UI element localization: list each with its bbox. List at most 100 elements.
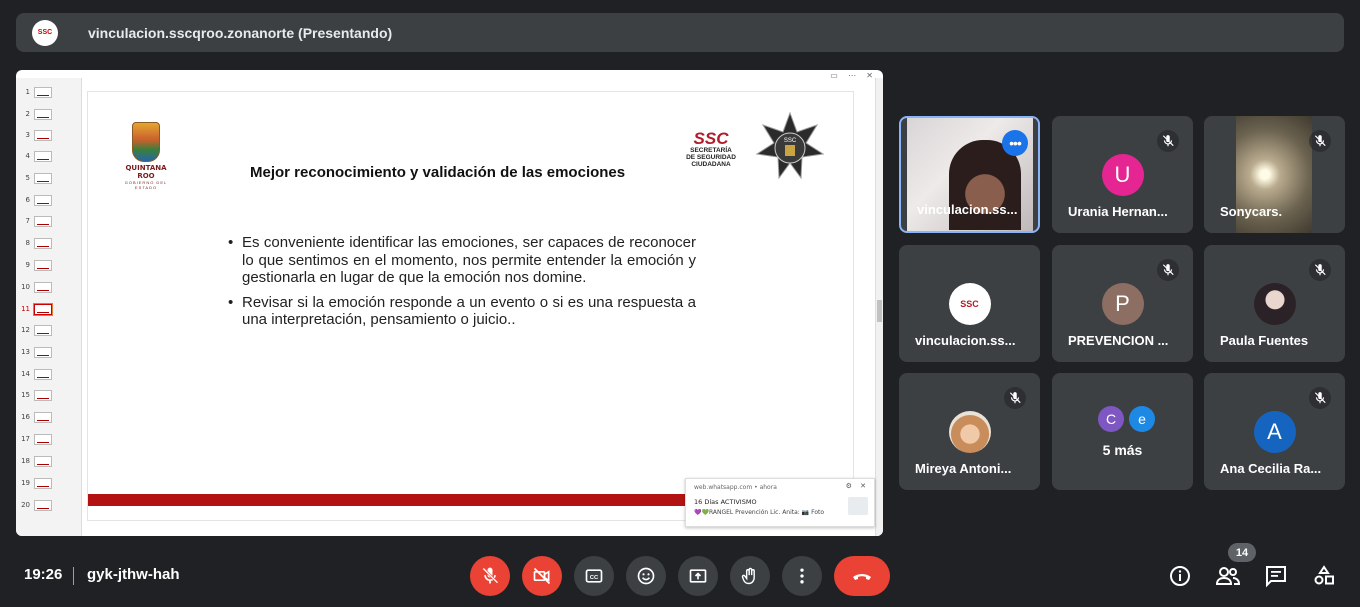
participant-name: Ana Cecilia Ra...: [1220, 461, 1322, 476]
slide-thumbnail[interactable]: 19: [16, 473, 82, 493]
raise-hand-button[interactable]: [730, 556, 770, 596]
notification-time: • ahora: [754, 484, 777, 491]
presenter-title: vinculacion.sscqroo.zonanorte (Presentan…: [88, 24, 393, 41]
slide-thumbnail[interactable]: 3: [16, 125, 82, 145]
slide-bullet: Es conveniente identificar las emociones…: [228, 234, 696, 287]
mic-toggle-button[interactable]: [470, 556, 510, 596]
slide-thumbnail[interactable]: 18: [16, 451, 82, 471]
participant-avatar: P: [1101, 283, 1144, 325]
slide-thumbnail[interactable]: 12: [16, 320, 82, 340]
slide-thumbnail[interactable]: 14: [16, 364, 82, 384]
slide-title: Mejor reconocimiento y validación de las…: [250, 164, 626, 181]
people-icon: [1215, 567, 1241, 585]
participant-tile[interactable]: SSC vinculacion.ss...: [899, 245, 1040, 362]
participant-photo: [948, 411, 991, 453]
participant-photo: [1253, 283, 1296, 325]
meeting-details-button[interactable]: [1166, 562, 1194, 590]
slide-thumbnail[interactable]: 6: [16, 190, 82, 210]
participant-avatar: U: [1101, 154, 1144, 196]
camera-off-icon: [533, 567, 551, 585]
chat-button[interactable]: [1262, 562, 1290, 590]
participant-tile[interactable]: Sonycars.: [1204, 116, 1345, 233]
notification-body: 💜💚RANGEL Prevención Lic. Anita: 📷 Foto: [694, 509, 825, 516]
slide-thumbnail[interactable]: 5: [16, 168, 82, 188]
slide-thumbnail[interactable]: 8: [16, 233, 82, 253]
slide-thumbnail[interactable]: 17: [16, 429, 82, 449]
participant-avatar: e: [1129, 406, 1155, 432]
captions-button[interactable]: CC: [574, 556, 614, 596]
participant-tile[interactable]: U Urania Hernan...: [1052, 116, 1193, 233]
presentation-stage[interactable]: ▭ ⋯ ✕ 1 2 3 4 5 6 7 8 9 10 11 12 13 14 1…: [16, 70, 883, 536]
slide-bullet: Revisar si la emoción responde a un even…: [228, 294, 696, 329]
participant-name: PREVENCION ...: [1068, 333, 1169, 348]
info-icon: [1170, 566, 1190, 586]
participant-tile[interactable]: P PREVENCION ...: [1052, 245, 1193, 362]
slide-thumbnail[interactable]: 9: [16, 255, 82, 275]
slide-thumbnail[interactable]: 10: [16, 277, 82, 297]
participant-name: vinculacion.ss...: [917, 202, 1018, 217]
slide-thumbnail[interactable]: 20: [16, 495, 82, 515]
raise-hand-icon: [741, 567, 755, 585]
participant-tile[interactable]: A Ana Cecilia Ra...: [1204, 373, 1345, 490]
slide-thumbnail[interactable]: 15: [16, 385, 82, 405]
participant-name: Sonycars.: [1220, 204, 1283, 219]
participant-name: Paula Fuentes: [1220, 333, 1309, 348]
slide-thumbnail[interactable]: 4: [16, 146, 82, 166]
meeting-code: gyk-jthw-hah: [87, 566, 180, 583]
emoji-icon: [637, 567, 655, 585]
slide-thumbnail[interactable]: 7: [16, 211, 82, 231]
people-count-badge: 14: [1228, 543, 1256, 562]
slide-thumbnail[interactable]: 1: [16, 82, 82, 102]
notification-group-icon: [848, 497, 868, 515]
participant-tile[interactable]: Mireya Antoni...: [899, 373, 1040, 490]
slide-thumbnail-active[interactable]: 11: [16, 299, 82, 319]
quintana-roo-shield-icon: [132, 122, 160, 162]
whatsapp-notification[interactable]: web.whatsapp.com • ahora ⚙ ✕ 16 Días ACT…: [685, 478, 875, 527]
more-participants-label: 5 más: [1102, 442, 1143, 458]
presentation-toolbar-icons[interactable]: ▭ ⋯ ✕: [830, 71, 877, 80]
participant-tile-self[interactable]: ••• vinculacion.ss...: [899, 116, 1040, 233]
participant-logo-avatar: SSC: [948, 283, 991, 325]
slide-thumbnail-panel[interactable]: 1 2 3 4 5 6 7 8 9 10 11 12 13 14 15 16 1…: [16, 78, 82, 536]
people-button[interactable]: [1214, 562, 1242, 590]
ssc-logo: SSC SECRETARÍA DE SEGURIDAD CIUDADANA: [686, 129, 736, 168]
mic-off-icon: [1157, 130, 1179, 152]
participant-avatar: C: [1098, 406, 1124, 432]
current-slide: QUINTANA ROO GOBIERNO DEL ESTADO SSC SEC…: [87, 91, 854, 521]
notification-title: 16 Días ACTIVISMO: [694, 498, 757, 506]
svg-text:SSC: SSC: [784, 138, 797, 144]
captions-icon: CC: [585, 569, 603, 583]
notification-controls[interactable]: ⚙ ✕: [846, 482, 869, 490]
slide-thumbnail[interactable]: 13: [16, 342, 82, 362]
slide-thumbnail[interactable]: 2: [16, 104, 82, 124]
slide-thumbnail[interactable]: 16: [16, 407, 82, 427]
mic-off-icon: [482, 567, 499, 584]
activities-icon: [1314, 565, 1334, 585]
hangup-icon: [853, 574, 871, 580]
participant-avatar: A: [1253, 411, 1296, 453]
activities-button[interactable]: [1310, 562, 1338, 590]
more-options-button[interactable]: •••: [1002, 130, 1028, 156]
mic-off-icon: [1309, 130, 1331, 152]
present-button[interactable]: [678, 556, 718, 596]
participant-name: Mireya Antoni...: [915, 461, 1012, 476]
participant-name: Urania Hernan...: [1068, 204, 1168, 219]
slide-bullet-list: Es conveniente identificar las emociones…: [228, 234, 696, 336]
mic-off-icon: [1309, 259, 1331, 281]
more-options-button[interactable]: [782, 556, 822, 596]
mic-off-icon: [1004, 387, 1026, 409]
reactions-button[interactable]: [626, 556, 666, 596]
camera-toggle-button[interactable]: [522, 556, 562, 596]
participant-tile[interactable]: Paula Fuentes: [1204, 245, 1345, 362]
more-vert-icon: [800, 568, 804, 584]
presentation-scrollbar[interactable]: [875, 78, 883, 536]
present-icon: [689, 569, 707, 583]
participant-name: vinculacion.ss...: [915, 333, 1016, 348]
presenter-bar: SSC vinculacion.sscqroo.zonanorte (Prese…: [16, 13, 1344, 52]
chat-icon: [1266, 566, 1286, 588]
notification-source: web.whatsapp.com: [694, 484, 753, 491]
quintana-roo-logo: QUINTANA ROO GOBIERNO DEL ESTADO: [118, 122, 174, 190]
more-participants-tile[interactable]: C e 5 más: [1052, 373, 1193, 490]
mic-off-icon: [1157, 259, 1179, 281]
leave-call-button[interactable]: [834, 556, 890, 596]
